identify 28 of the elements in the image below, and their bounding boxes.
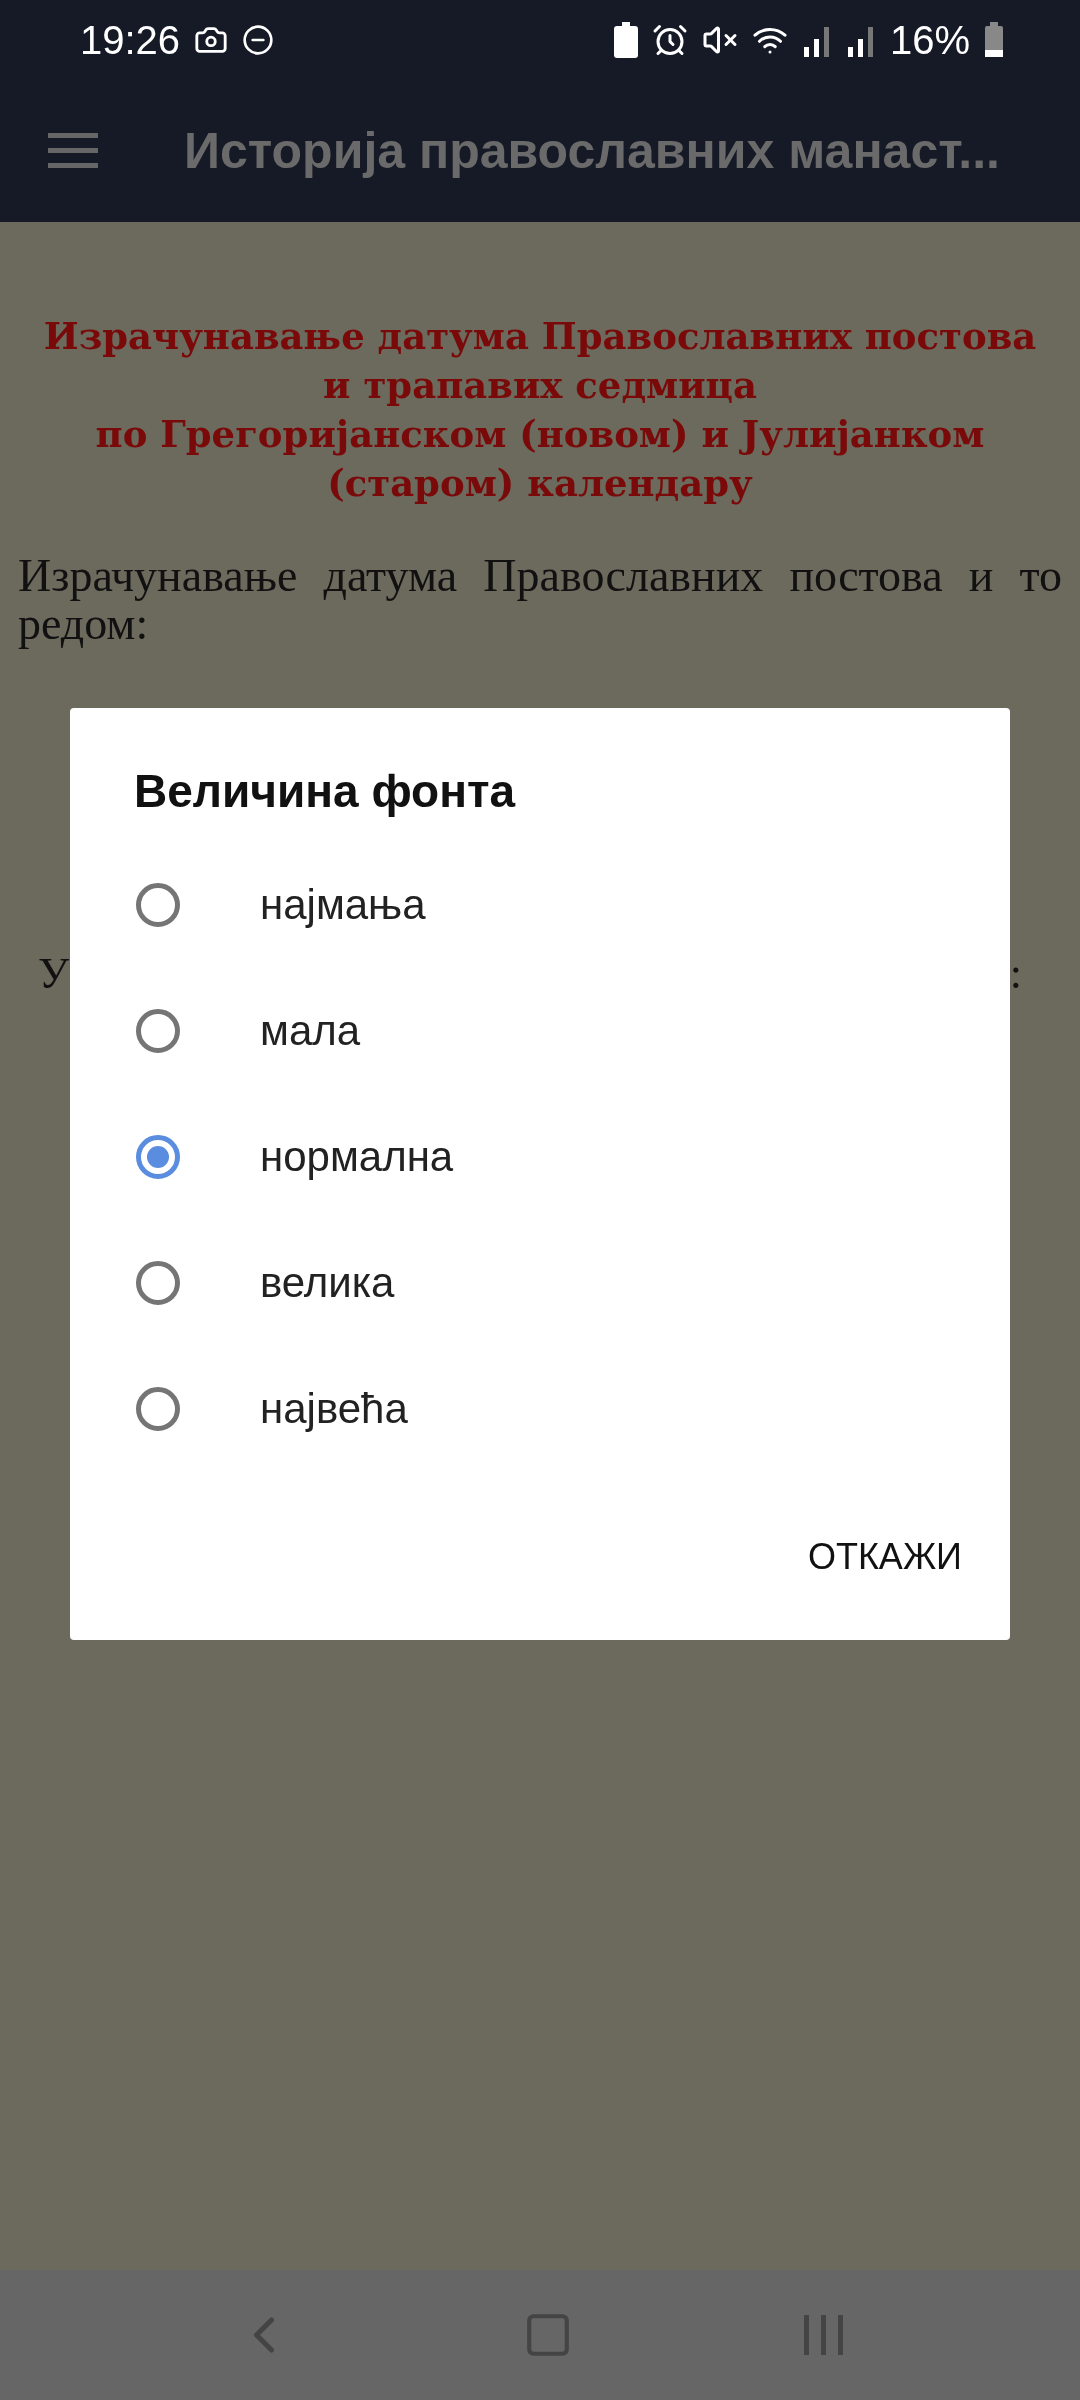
option-label[interactable]: мала bbox=[260, 1007, 361, 1055]
radio-button[interactable] bbox=[136, 1135, 180, 1179]
battery-percent: 16% bbox=[889, 17, 970, 63]
radio-button[interactable] bbox=[136, 1261, 180, 1305]
option-label[interactable]: велика bbox=[260, 1259, 395, 1307]
radio-button[interactable] bbox=[136, 883, 180, 927]
recent-apps-icon[interactable] bbox=[801, 2315, 846, 2355]
dialog-title: Величина фонта bbox=[133, 764, 516, 818]
radio-button[interactable] bbox=[136, 1009, 180, 1053]
option-label[interactable]: најмања bbox=[260, 881, 426, 929]
text-fragment: У bbox=[38, 948, 70, 999]
page-heading-line: Израчунавање датума Православних постова bbox=[42, 313, 1038, 360]
option-label[interactable]: нормална bbox=[260, 1133, 454, 1181]
page-heading-line: (старом) календару bbox=[326, 460, 754, 507]
body-paragraph: Израчунавање датума Православних постова и то редом: bbox=[18, 552, 1062, 648]
option-label[interactable]: највећа bbox=[260, 1385, 408, 1433]
do-not-disturb-icon bbox=[242, 24, 275, 56]
battery-saver-icon bbox=[613, 22, 638, 58]
alarm-icon bbox=[651, 22, 688, 58]
status-time: 19:26 bbox=[80, 17, 181, 63]
page-heading-line: и трапавих седмица bbox=[322, 362, 758, 409]
page-heading-line: по Грегоријанском (новом) и Јулијанком bbox=[94, 411, 986, 458]
menu-icon[interactable] bbox=[48, 133, 98, 169]
radio-button[interactable] bbox=[136, 1387, 180, 1431]
cancel-button[interactable]: ОТКАЖИ bbox=[799, 1526, 970, 1588]
app-title: Историја православних манаст... bbox=[184, 122, 1000, 180]
battery-icon bbox=[984, 22, 1004, 58]
text-fragment: : bbox=[1009, 948, 1022, 999]
